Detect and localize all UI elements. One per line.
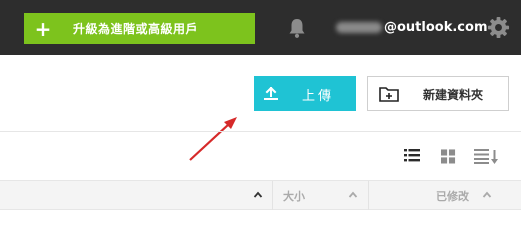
sort-caret-name-icon[interactable] <box>253 188 263 202</box>
bell-icon[interactable] <box>288 17 306 39</box>
email-domain: @outlook.com <box>384 19 488 35</box>
upload-icon <box>264 87 278 100</box>
column-separator <box>272 181 273 210</box>
account-email[interactable]: @outlook.com <box>336 17 488 37</box>
file-list-header: 大小 已修改 <box>0 180 521 210</box>
column-separator <box>368 181 369 210</box>
sort-caret-size-icon[interactable] <box>348 188 358 202</box>
plus-icon: + <box>34 16 52 41</box>
toolbar-divider <box>0 131 521 132</box>
grid-view-icon[interactable] <box>441 148 456 164</box>
upgrade-label: 升級為進階或高級用戶 <box>73 22 199 36</box>
redacted-username <box>336 21 382 33</box>
upgrade-button[interactable]: + 升級為進階或高級用戶 <box>24 13 255 44</box>
list-view-icon[interactable] <box>404 148 420 164</box>
gear-icon[interactable] <box>487 16 510 39</box>
top-navigation-bar: + 升級為進階或高級用戶 @outlook.com <box>0 0 521 55</box>
new-folder-icon <box>379 87 399 102</box>
upload-button[interactable]: 上傳 <box>254 76 356 111</box>
annotation-arrow <box>189 117 237 161</box>
new-folder-button[interactable]: 新建資料夾 <box>367 76 509 111</box>
modified-column-header[interactable]: 已修改 <box>436 188 469 204</box>
sort-caret-modified-icon[interactable] <box>482 188 492 202</box>
sort-icon[interactable] <box>474 148 500 164</box>
size-column-header[interactable]: 大小 <box>283 188 305 204</box>
new-folder-label: 新建資料夾 <box>423 88 484 102</box>
upload-label: 上傳 <box>302 89 335 104</box>
